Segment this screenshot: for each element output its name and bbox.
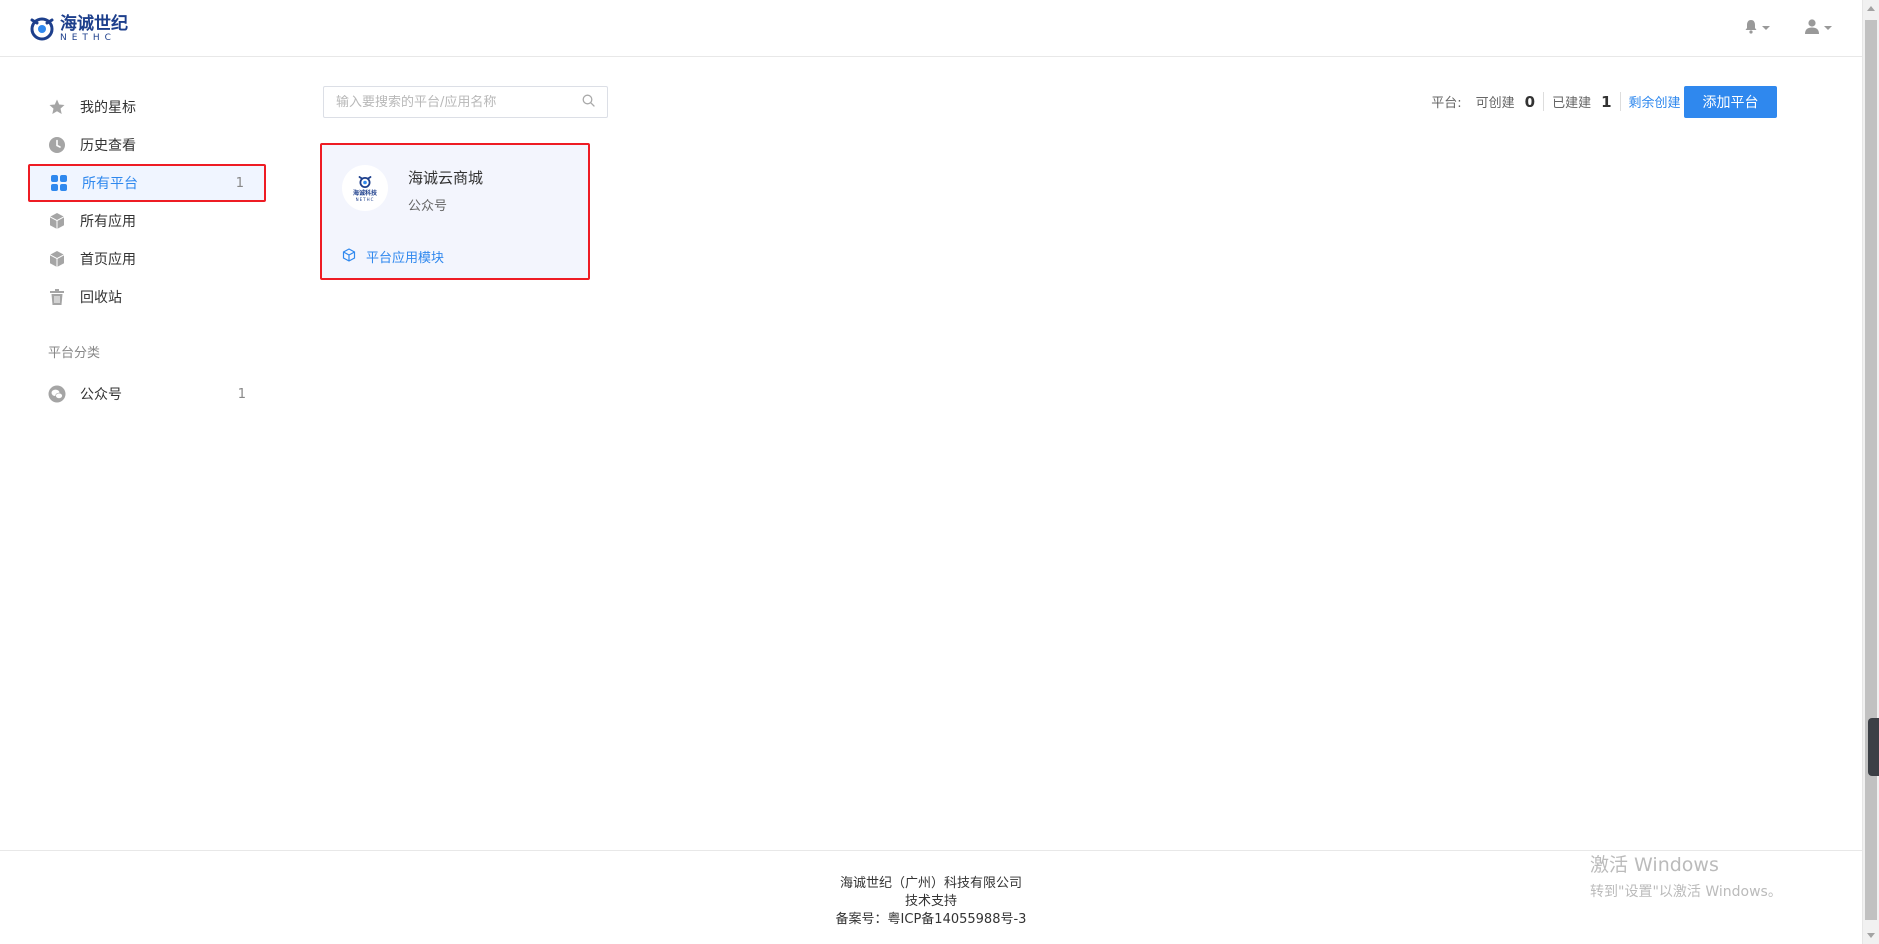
cube-outline-icon — [342, 247, 356, 266]
chevron-down-icon — [1762, 26, 1770, 30]
scroll-down-icon[interactable] — [1867, 933, 1875, 938]
platform-type: 公众号 — [408, 199, 448, 214]
sidebar-item-label: 公众号 — [80, 387, 122, 403]
sidebar-item-label: 回收站 — [80, 290, 122, 306]
platform-name: 海诚云商城 — [408, 169, 484, 187]
search-input[interactable] — [336, 94, 582, 110]
sidebar: 我的星标 历史查看 所有平台 1 所有应用 首页应用 回收站 平台分类 公众号 … — [28, 88, 266, 413]
cube-icon — [48, 250, 66, 268]
sidebar-item-history[interactable]: 历史查看 — [28, 126, 266, 164]
brand-name-en: NETHC — [60, 32, 116, 43]
stat-created: 已建建 1 — [1552, 92, 1621, 111]
sidebar-item-home-apps[interactable]: 首页应用 — [28, 240, 266, 278]
footer-support: 技术支持 — [904, 894, 957, 909]
chevron-down-icon — [1824, 26, 1832, 30]
search-icon[interactable] — [582, 94, 595, 111]
stat-can-create: 可创建 0 — [1476, 92, 1545, 111]
sidebar-item-all-apps[interactable]: 所有应用 — [28, 202, 266, 240]
stats-label: 平台: — [1431, 96, 1462, 111]
brand-logo[interactable]: 海诚世纪 NETHC — [28, 14, 128, 44]
platform-card[interactable]: 海诚科技 NETHC 海诚云商城 公众号 平台应用模块 — [320, 143, 590, 280]
user-menu-button[interactable] — [1804, 18, 1832, 38]
sidebar-item-label: 首页应用 — [80, 252, 136, 268]
brand-name: 海诚世纪 — [60, 13, 128, 34]
sidebar-item-label: 所有应用 — [80, 214, 136, 230]
platform-logo: 海诚科技 NETHC — [342, 165, 388, 211]
notification-button[interactable] — [1744, 19, 1770, 38]
sidebar-item-count: 1 — [237, 386, 246, 402]
star-icon — [48, 98, 66, 116]
scroll-up-icon[interactable] — [1867, 6, 1875, 11]
sidebar-item-label: 历史查看 — [80, 138, 136, 154]
bell-icon — [1744, 19, 1758, 38]
trash-icon — [48, 288, 66, 306]
platform-category-title: 平台分类 — [48, 346, 101, 361]
vertical-scrollbar[interactable] — [1862, 0, 1879, 944]
sidebar-item-starred[interactable]: 我的星标 — [28, 88, 266, 126]
scroll-thumb[interactable] — [1865, 20, 1877, 920]
user-icon — [1804, 18, 1820, 38]
brand-mark-icon — [28, 14, 56, 44]
brand-mark-icon — [358, 175, 372, 188]
floating-side-widget[interactable] — [1868, 718, 1879, 776]
platform-link-label: 平台应用模块 — [366, 251, 445, 266]
footer-company: 海诚世纪（广州）科技有限公司 — [839, 876, 1022, 891]
add-platform-button[interactable]: 添加平台 — [1684, 86, 1777, 118]
search-box — [323, 86, 608, 118]
sidebar-item-count: 1 — [235, 175, 244, 191]
clock-icon — [48, 136, 66, 154]
top-header: 海诚世纪 NETHC — [0, 0, 1862, 57]
sidebar-item-all-platforms[interactable]: 所有平台 1 — [28, 164, 266, 202]
platform-logo-text: 海诚科技 — [352, 189, 377, 197]
footer-icp[interactable]: 备案号：粤ICP备14055988号-3 — [0, 911, 1862, 929]
grid-icon — [50, 174, 68, 192]
sidebar-item-recycle-bin[interactable]: 回收站 — [28, 278, 266, 316]
windows-activation-watermark: 激活 Windows 转到"设置"以激活 Windows。 — [1590, 854, 1782, 900]
sidebar-item-label: 我的星标 — [80, 100, 136, 116]
wechat-icon — [48, 385, 66, 403]
platform-logo-en: NETHC — [355, 196, 375, 202]
page-footer: 海诚世纪（广州）科技有限公司 技术支持 备案号：粤ICP备14055988号-3 — [0, 850, 1862, 944]
platform-app-module-link[interactable]: 平台应用模块 — [342, 247, 444, 266]
sidebar-category-wechat[interactable]: 公众号 1 — [28, 375, 266, 413]
cube-icon — [48, 212, 66, 230]
sidebar-item-label: 所有平台 — [82, 176, 138, 192]
